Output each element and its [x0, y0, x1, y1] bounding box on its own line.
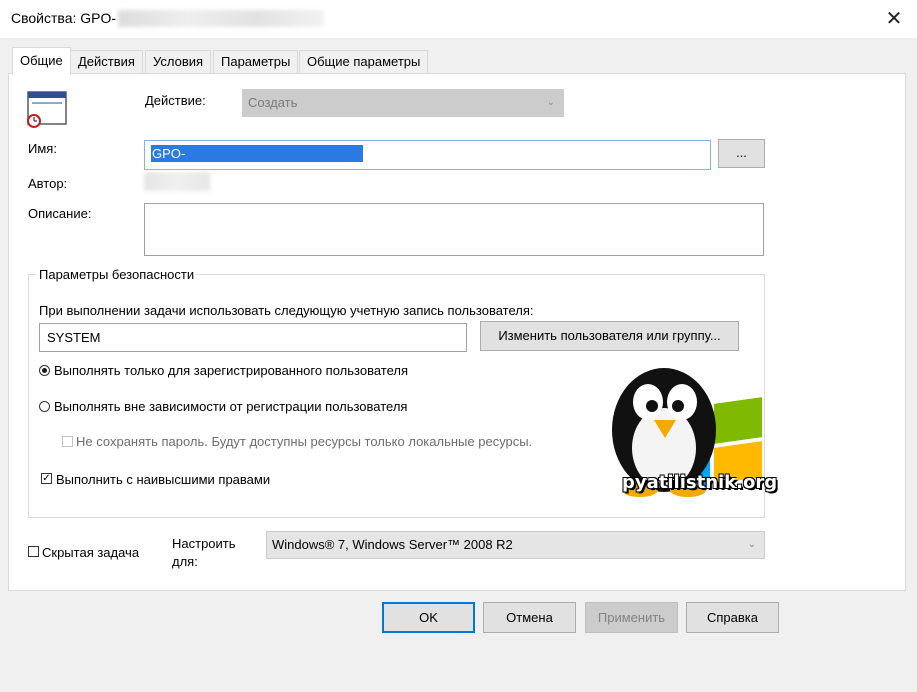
radio-logged-on-only[interactable] — [39, 365, 50, 376]
name-input-selected-text: GPO- — [151, 145, 363, 162]
ok-button[interactable]: OK — [382, 602, 475, 633]
user-account-field[interactable]: SYSTEM — [39, 323, 467, 352]
chevron-down-icon: ⌄ — [747, 539, 756, 550]
configure-for-label-line2: для: — [172, 554, 198, 569]
close-icon: ✕ — [885, 8, 903, 30]
no-store-password-label: Не сохранять пароль. Будут доступны ресу… — [76, 434, 533, 449]
action-select-value: Создать — [248, 95, 298, 110]
account-prompt: При выполнении задачи использовать следу… — [39, 303, 534, 318]
hidden-task-label[interactable]: Скрытая задача — [42, 545, 139, 560]
tab-common-parameters[interactable]: Общие параметры — [299, 50, 429, 74]
watermark-text: pyatilistnik.org — [622, 472, 778, 493]
change-user-button[interactable]: Изменить пользователя или группу... — [480, 321, 739, 351]
security-group-title: Параметры безопасности — [36, 267, 198, 282]
tab-actions[interactable]: Действия — [70, 50, 143, 74]
help-button[interactable]: Справка — [686, 602, 779, 633]
close-button[interactable]: ✕ — [880, 6, 908, 32]
watermark-logo: pyatilistnik.org — [600, 358, 777, 498]
browse-button[interactable]: ... — [718, 139, 765, 168]
configure-for-value: Windows® 7, Windows Server™ 2008 R2 — [272, 537, 513, 552]
cancel-button[interactable]: Отмена — [483, 602, 576, 633]
tab-conditions[interactable]: Условия — [145, 50, 212, 74]
apply-button: Применить — [585, 602, 678, 633]
tab-parameters[interactable]: Параметры — [213, 50, 299, 74]
chevron-down-icon: ⌄ — [546, 97, 555, 108]
radio-run-whether-logged-on-label[interactable]: Выполнять вне зависимости от регистрации… — [54, 399, 407, 414]
radio-run-whether-logged-on[interactable] — [39, 401, 50, 412]
radio-logged-on-only-label[interactable]: Выполнять только для зарегистрированного… — [54, 363, 408, 378]
author-redacted — [144, 172, 210, 191]
window-title: Свойства: GPO- — [11, 10, 117, 26]
description-label: Описание: — [28, 206, 92, 221]
scheduled-task-icon — [26, 90, 68, 130]
highest-privileges-label[interactable]: Выполнить с наивысшими правами — [56, 472, 270, 487]
action-label: Действие: — [145, 93, 206, 108]
action-select: Создать ⌄ — [242, 89, 564, 117]
name-label: Имя: — [28, 141, 57, 156]
author-label: Автор: — [28, 176, 68, 191]
highest-privileges-checkbox[interactable]: ✓ — [41, 473, 52, 484]
title-redacted — [118, 10, 324, 27]
tab-general[interactable]: Общие — [12, 47, 71, 75]
no-store-password-checkbox — [62, 436, 73, 447]
description-textarea[interactable] — [144, 203, 764, 256]
hidden-task-checkbox[interactable] — [28, 546, 39, 557]
configure-for-select[interactable]: Windows® 7, Windows Server™ 2008 R2 ⌄ — [266, 531, 765, 559]
configure-for-label-line1: Настроить — [172, 536, 236, 551]
